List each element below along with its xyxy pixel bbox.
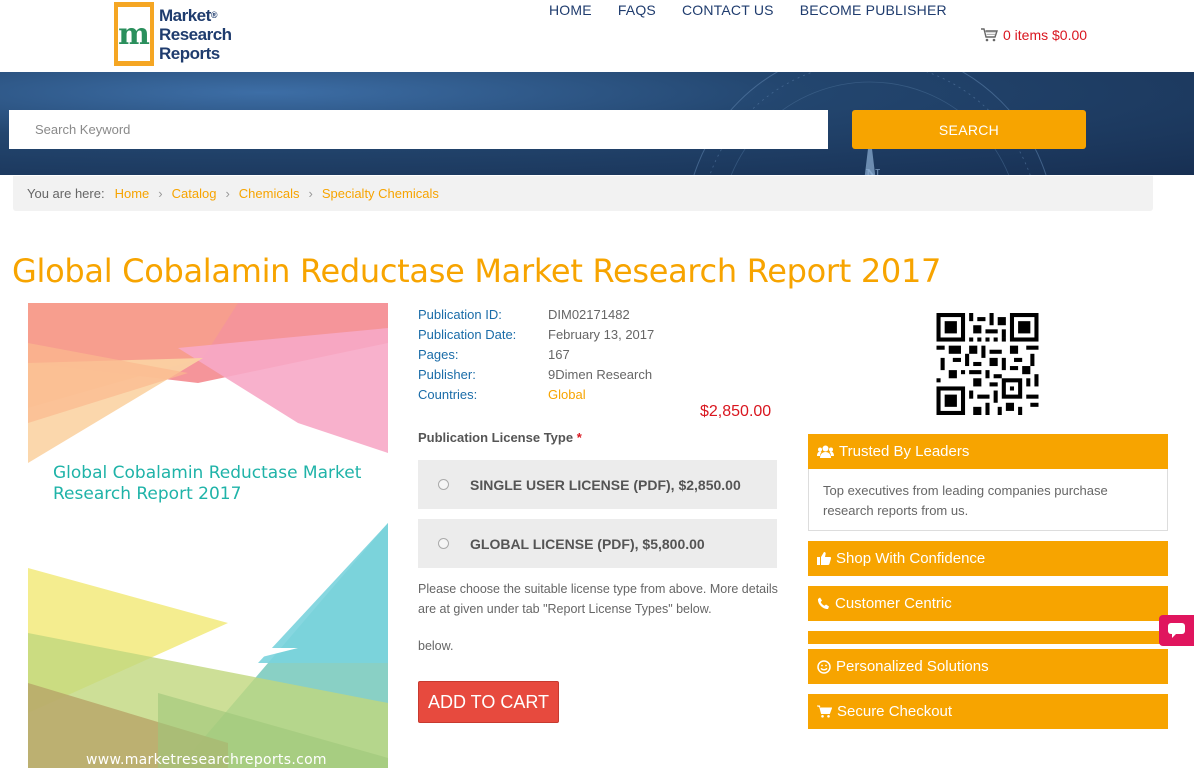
- logo-line-3: Reports: [159, 43, 220, 63]
- breadcrumb-home[interactable]: Home: [115, 186, 150, 201]
- page: m Market® Research Reports HOME FAQS CON…: [0, 0, 1194, 768]
- shopping-cart-icon: [981, 28, 998, 42]
- license-option-label: SINGLE USER LICENSE (PDF), $2,850.00: [470, 476, 741, 493]
- cart-icon: [817, 705, 832, 718]
- cover-artwork: [28, 303, 388, 768]
- report-cover-image: Global Cobalamin Reductase Market Resear…: [28, 303, 388, 768]
- users-icon: [817, 445, 834, 458]
- breadcrumb-catalog[interactable]: Catalog: [172, 186, 217, 201]
- meta-row-publication-id: Publication ID: DIM02171482: [418, 305, 654, 325]
- meta-value: DIM02171482: [548, 307, 630, 322]
- panel-title: Secure Checkout: [837, 703, 953, 720]
- meta-key: Countries:: [418, 387, 478, 402]
- radio-button[interactable]: [438, 479, 449, 490]
- registered-mark: ®: [210, 9, 218, 20]
- meta-key: Publication ID:: [418, 307, 502, 322]
- meta-row-publication-date: Publication Date: February 13, 2017: [418, 325, 654, 345]
- add-to-cart-button[interactable]: ADD TO CART: [418, 681, 559, 723]
- panel-title: Customer Centric: [835, 595, 952, 612]
- meta-row-pages: Pages: 167: [418, 345, 654, 365]
- breadcrumb-separator: ›: [308, 186, 313, 201]
- license-option-single-user[interactable]: SINGLE USER LICENSE (PDF), $2,850.00: [418, 460, 777, 509]
- meta-key: Pages:: [418, 347, 459, 362]
- meta-value: February 13, 2017: [548, 327, 655, 342]
- countries-link[interactable]: Global: [548, 385, 586, 405]
- search-input[interactable]: [9, 110, 828, 149]
- breadcrumb-separator: ›: [225, 186, 230, 201]
- nav-faqs[interactable]: FAQS: [618, 2, 656, 18]
- cart-label: 0 items $0.00: [1003, 27, 1088, 43]
- logo-wordmark: Market® Research Reports: [159, 6, 232, 63]
- panel-trusted-by-leaders[interactable]: Trusted By Leaders: [808, 434, 1168, 469]
- phone-icon: [817, 597, 829, 610]
- meta-value: 167: [548, 347, 570, 362]
- meta-row-publisher: Publisher: 9Dimen Research: [418, 365, 654, 385]
- search-button[interactable]: SEARCH: [852, 110, 1086, 149]
- meta-key: Publication Date:: [418, 327, 517, 342]
- chat-widget-button[interactable]: [1159, 615, 1194, 646]
- license-help-text-duplicate: below.: [418, 639, 454, 653]
- license-help-text: Please choose the suitable license type …: [418, 582, 778, 616]
- cover-title: Global Cobalamin Reductase Market Resear…: [53, 463, 362, 504]
- license-type-label: Publication License Type *: [418, 430, 582, 445]
- panel-shop-with-confidence[interactable]: Shop With Confidence: [808, 541, 1168, 576]
- cover-url: www.marketresearchreports.com: [86, 752, 327, 768]
- panel-personalized-solutions[interactable]: Personalized Solutions: [808, 649, 1168, 684]
- logo-line-2: Research: [159, 24, 232, 44]
- thumbs-up-icon: [817, 552, 831, 565]
- nav-become-publisher[interactable]: BECOME PUBLISHER: [800, 2, 947, 18]
- breadcrumb-chemicals[interactable]: Chemicals: [239, 186, 300, 201]
- panel-customer-centric[interactable]: Customer Centric: [808, 586, 1168, 621]
- top-nav: HOME FAQS CONTACT US BECOME PUBLISHER: [549, 2, 973, 18]
- cart-summary[interactable]: 0 items $0.00: [981, 27, 1087, 43]
- trusted-by-leaders-body: Top executives from leading companies pu…: [808, 469, 1168, 531]
- page-title: Global Cobalamin Reductase Market Resear…: [12, 252, 942, 290]
- meta-key: Publisher:: [418, 367, 476, 382]
- panel-secure-checkout[interactable]: Secure Checkout: [808, 694, 1168, 729]
- svg-text:N: N: [865, 166, 881, 175]
- smile-icon: [817, 659, 831, 674]
- breadcrumb-prefix: You are here:: [27, 186, 105, 201]
- publication-details: Publication ID: DIM02171482 Publication …: [418, 305, 654, 405]
- license-option-global[interactable]: GLOBAL LICENSE (PDF), $5,800.00: [418, 519, 777, 568]
- radio-button[interactable]: [438, 538, 449, 549]
- required-mark: *: [576, 430, 582, 445]
- license-type-label-text: Publication License Type: [418, 430, 574, 445]
- panel-overlap-strip: [808, 631, 1168, 644]
- panel-title: Personalized Solutions: [836, 658, 989, 675]
- qr-code-icon[interactable]: [936, 313, 1039, 415]
- nav-contact-us[interactable]: CONTACT US: [682, 2, 774, 18]
- breadcrumb: You are here: Home › Catalog › Chemicals…: [13, 176, 1153, 211]
- site-logo[interactable]: m Market® Research Reports: [114, 0, 264, 68]
- panel-title: Trusted By Leaders: [839, 443, 970, 460]
- nav-home[interactable]: HOME: [549, 2, 592, 18]
- logo-line-1: Market: [159, 5, 211, 25]
- logo-letter: m: [118, 7, 150, 61]
- logo-mark: m: [114, 2, 154, 66]
- breadcrumb-separator: ›: [158, 186, 163, 201]
- chat-icon: [1168, 623, 1185, 638]
- price: $2,850.00: [700, 403, 772, 420]
- meta-row-countries: Countries: Global: [418, 385, 654, 405]
- breadcrumb-specialty-chemicals[interactable]: Specialty Chemicals: [322, 186, 439, 201]
- panel-title: Shop With Confidence: [836, 550, 986, 567]
- meta-value: 9Dimen Research: [548, 367, 653, 382]
- license-option-label: GLOBAL LICENSE (PDF), $5,800.00: [470, 535, 705, 552]
